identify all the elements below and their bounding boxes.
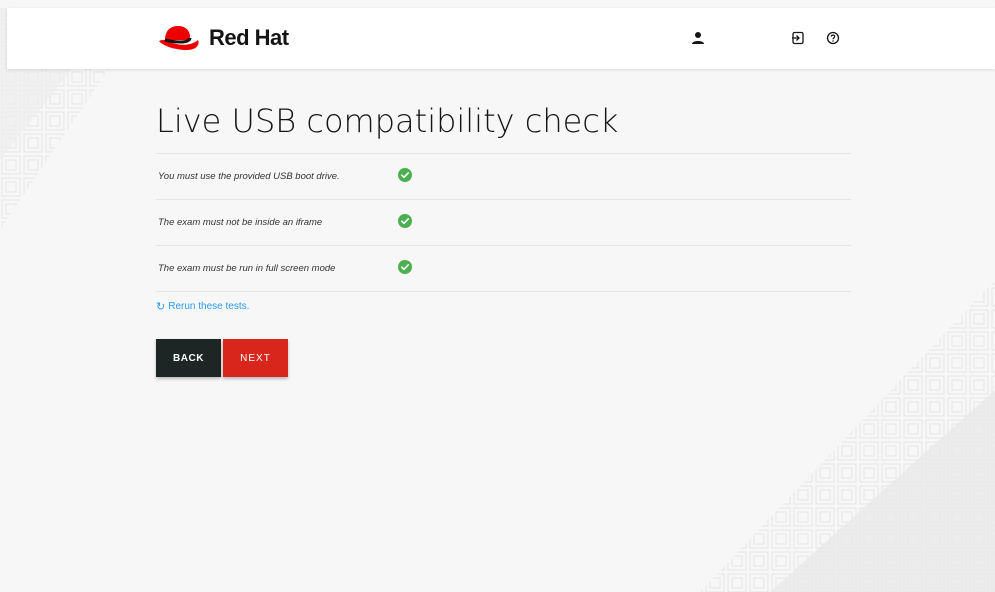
next-button[interactable]: NEXT bbox=[223, 339, 288, 377]
action-buttons: BACK NEXT bbox=[156, 339, 851, 377]
compatibility-checks: You must use the provided USB boot drive… bbox=[156, 153, 851, 292]
rerun-tests-link[interactable]: ↻ Rerun these tests. bbox=[156, 300, 249, 314]
top-header: Red Hat bbox=[7, 8, 995, 69]
check-row: You must use the provided USB boot drive… bbox=[156, 154, 851, 200]
main-content: Live USB compatibility check You must us… bbox=[156, 70, 851, 377]
red-hat-logo[interactable]: Red Hat bbox=[157, 23, 289, 53]
back-button[interactable]: BACK bbox=[156, 339, 221, 377]
check-label: The exam must not be inside an iframe bbox=[158, 217, 323, 228]
check-circle-icon bbox=[398, 214, 412, 228]
check-circle-icon bbox=[398, 168, 412, 182]
user-icon[interactable] bbox=[690, 30, 706, 46]
check-label: You must use the provided USB boot drive… bbox=[158, 171, 340, 182]
logout-icon[interactable] bbox=[790, 30, 806, 46]
red-hat-icon bbox=[159, 26, 199, 50]
check-row: The exam must be run in full screen mode bbox=[156, 246, 851, 292]
rerun-label: Rerun these tests. bbox=[168, 301, 250, 312]
check-circle-icon bbox=[398, 260, 412, 274]
refresh-icon: ↻ bbox=[156, 301, 166, 313]
brand-name: Red Hat bbox=[209, 25, 289, 50]
check-row: The exam must not be inside an iframe bbox=[156, 200, 851, 246]
help-icon[interactable] bbox=[825, 30, 841, 46]
check-label: The exam must be run in full screen mode bbox=[158, 263, 336, 274]
page-title: Live USB compatibility check bbox=[156, 102, 619, 140]
